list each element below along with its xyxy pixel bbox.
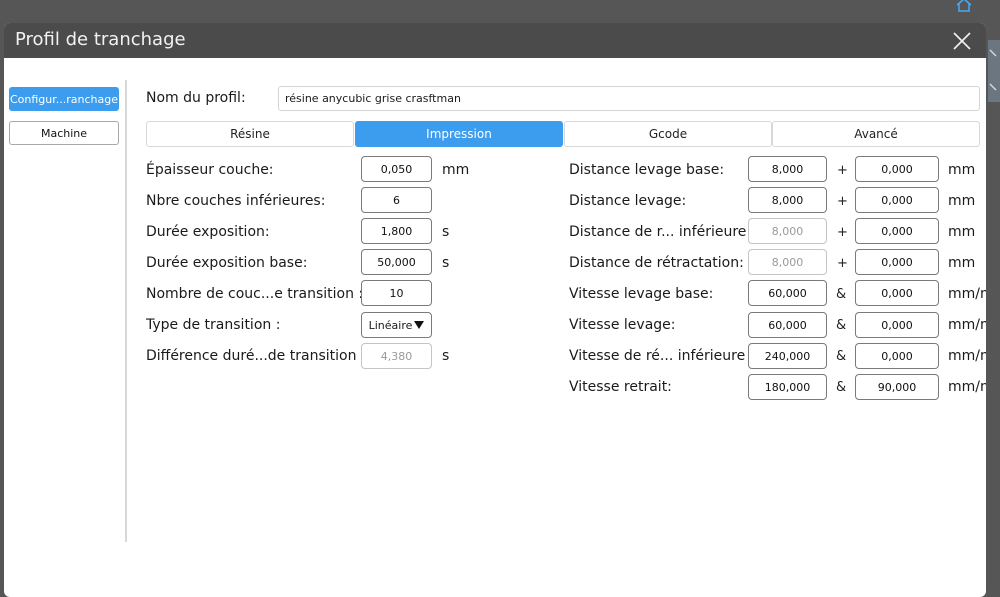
- lift-speed-input-2[interactable]: 0,000: [855, 312, 939, 338]
- retract-speed-label: Vitesse retrait:: [569, 379, 672, 395]
- close-icon[interactable]: [952, 31, 972, 51]
- background-toolbar-fragment: [988, 40, 1000, 102]
- bottom-exposure-unit: s: [442, 255, 450, 271]
- bottom-lift-speed-input-2[interactable]: 0,000: [855, 280, 939, 306]
- retract-distance-input-2[interactable]: 0,000: [855, 249, 939, 275]
- exposure-time-label: Durée exposition:: [146, 224, 270, 240]
- lift-distance-input[interactable]: 8,000: [748, 187, 827, 213]
- tab-impression[interactable]: Impression: [355, 121, 563, 147]
- retract-speed-op: &: [836, 380, 847, 395]
- dialog-titlebar: Profil de tranchage: [4, 23, 986, 58]
- bottom-layers-label: Nbre couches inférieures:: [146, 193, 326, 209]
- lift-distance-label: Distance levage:: [569, 193, 687, 209]
- bottom-layers-input[interactable]: 6: [361, 187, 432, 213]
- bottom-retract-speed-input[interactable]: 240,000: [748, 343, 827, 369]
- lift-speed-input[interactable]: 60,000: [748, 312, 827, 338]
- bottom-retract-distance-input-2[interactable]: 0,000: [855, 218, 939, 244]
- retract-distance-input: 8,000: [748, 249, 827, 275]
- tab-advanced[interactable]: Avancé: [772, 121, 980, 147]
- home-icon[interactable]: [955, 0, 973, 12]
- bottom-exposure-label: Durée exposition base:: [146, 255, 308, 271]
- exposure-time-input[interactable]: 1,800: [361, 218, 432, 244]
- bottom-retract-speed-unit: mm/m: [948, 348, 986, 364]
- transition-time-diff-label: Différence duré...de transition :: [146, 348, 366, 364]
- lift-distance-input-2[interactable]: 0,000: [855, 187, 939, 213]
- lift-distance-op: +: [837, 194, 848, 209]
- transition-time-diff-unit: s: [442, 348, 450, 364]
- bottom-retract-distance-unit: mm: [948, 224, 976, 240]
- lift-speed-label: Vitesse levage:: [569, 317, 676, 333]
- retract-speed-input[interactable]: 180,000: [748, 374, 827, 400]
- layer-thickness-input[interactable]: 0,050: [361, 156, 432, 182]
- transition-time-diff-input: 4,380: [361, 343, 432, 369]
- retract-speed-unit: mm/m: [948, 379, 986, 395]
- transition-type-select[interactable]: Linéaire: [361, 312, 432, 338]
- bottom-retract-speed-op: &: [836, 349, 847, 364]
- bottom-exposure-input[interactable]: 50,000: [361, 249, 432, 275]
- bottom-lift-speed-op: &: [836, 287, 847, 302]
- bottom-retract-speed-input-2[interactable]: 0,000: [855, 343, 939, 369]
- bottom-retract-distance-label: Distance de r... inférieure :: [569, 224, 756, 240]
- bottom-lift-distance-input-2[interactable]: 0,000: [855, 156, 939, 182]
- bottom-lift-distance-label: Distance levage base:: [569, 162, 725, 178]
- bottom-lift-distance-unit: mm: [948, 162, 976, 178]
- retract-speed-input-2[interactable]: 90,000: [855, 374, 939, 400]
- profile-name-input[interactable]: résine anycubic grise crasftman: [278, 86, 980, 111]
- sidebar-divider: [125, 80, 127, 542]
- profile-name-label: Nom du profil:: [146, 90, 246, 106]
- retract-distance-op: +: [837, 256, 848, 271]
- lift-distance-unit: mm: [948, 193, 976, 209]
- transition-layers-input[interactable]: 10: [361, 280, 432, 306]
- transition-type-label: Type de transition :: [146, 317, 281, 333]
- sidebar-item-slicing-config[interactable]: Configur...ranchage: [9, 87, 119, 111]
- bottom-lift-speed-unit: mm/m: [948, 286, 986, 302]
- layer-thickness-unit: mm: [442, 162, 470, 178]
- bottom-lift-distance-op: +: [837, 163, 848, 178]
- bottom-lift-speed-input[interactable]: 60,000: [748, 280, 827, 306]
- bottom-lift-speed-label: Vitesse levage base:: [569, 286, 714, 302]
- retract-distance-label: Distance de rétractation:: [569, 255, 744, 271]
- chevron-down-icon: [414, 321, 425, 329]
- tab-gcode[interactable]: Gcode: [564, 121, 772, 147]
- tab-resin[interactable]: Résine: [146, 121, 354, 147]
- lift-speed-op: &: [836, 318, 847, 333]
- transition-layers-label: Nombre de couc...e transition :: [146, 286, 364, 302]
- lift-speed-unit: mm/m: [948, 317, 986, 333]
- bottom-retract-distance-input: 8,000: [748, 218, 827, 244]
- dialog-title: Profil de tranchage: [15, 29, 186, 50]
- bottom-retract-distance-op: +: [837, 225, 848, 240]
- transition-type-value: Linéaire: [368, 318, 413, 332]
- layer-thickness-label: Épaisseur couche:: [146, 162, 274, 178]
- sidebar-item-machine[interactable]: Machine: [9, 121, 119, 145]
- bottom-lift-distance-input[interactable]: 8,000: [748, 156, 827, 182]
- slicing-profile-dialog: Profil de tranchage Configur...ranchage …: [4, 23, 986, 597]
- retract-distance-unit: mm: [948, 255, 976, 271]
- exposure-time-unit: s: [442, 224, 450, 240]
- bottom-retract-speed-label: Vitesse de ré... inférieure :: [569, 348, 755, 364]
